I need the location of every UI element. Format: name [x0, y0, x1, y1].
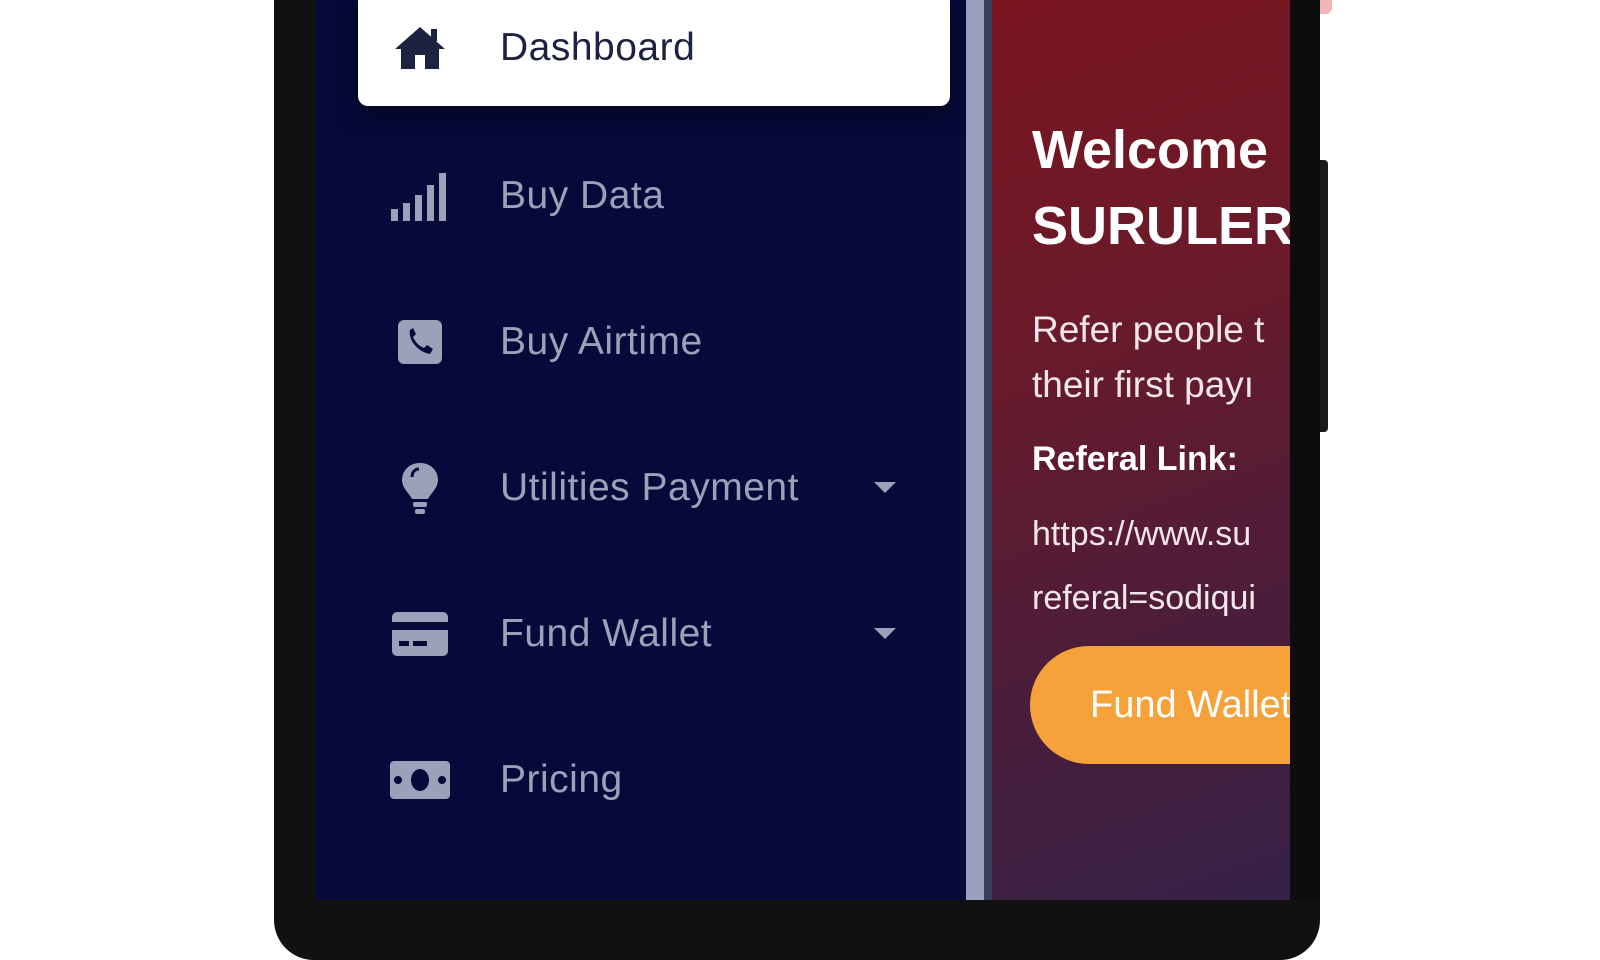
sidebar-item-label: Utilities Payment: [500, 466, 799, 509]
sidebar-item-label: Buy Data: [500, 174, 665, 217]
drawer-edge-shadow: [984, 0, 992, 900]
sidebar-item-utilities-payment[interactable]: Utilities Payment: [358, 430, 950, 546]
money-bill-icon: [386, 746, 454, 814]
phone-square-icon: [386, 308, 454, 376]
welcome-heading: Welcome SURULERE: [1032, 112, 1290, 264]
referral-link-label: Referal Link:: [1032, 440, 1238, 478]
lightbulb-icon: [386, 454, 454, 522]
chevron-down-icon[interactable]: [874, 482, 896, 493]
dashboard-main-panel: Welcome SURULERE Refer people t their fi…: [992, 0, 1290, 900]
home-icon: [386, 14, 454, 82]
welcome-line: Welcome: [1032, 120, 1269, 180]
referral-link-line: https://www.su: [1032, 515, 1252, 553]
signal-bars-icon: [386, 162, 454, 230]
fund-wallet-button[interactable]: Fund Wallet: [1030, 646, 1290, 764]
sidebar-item-label: Buy Airtime: [500, 320, 703, 363]
phone-frame-edge: [1290, 0, 1320, 900]
sidebar: Dashboard Buy Data Buy Airtime Utilities…: [316, 0, 966, 900]
phone-corner-accent: [1318, 0, 1332, 14]
sidebar-item-pricing[interactable]: Pricing: [358, 722, 950, 838]
sidebar-item-label: Dashboard: [500, 26, 696, 69]
referral-description-line: their first payı: [1032, 364, 1255, 405]
sidebar-item-label: Pricing: [500, 758, 623, 801]
sidebar-item-buy-airtime[interactable]: Buy Airtime: [358, 284, 950, 400]
referral-description: Refer people t their first payı: [1032, 302, 1290, 412]
sidebar-item-fund-wallet[interactable]: Fund Wallet: [358, 576, 950, 692]
sidebar-item-dashboard[interactable]: Dashboard: [358, 0, 950, 106]
username: SURULERE: [1032, 196, 1290, 256]
credit-card-icon: [386, 600, 454, 668]
referral-link[interactable]: https://www.su referal=sodiqui: [1032, 502, 1256, 630]
referral-link-line: referal=sodiqui: [1032, 579, 1256, 617]
referral-description-line: Refer people t: [1032, 309, 1265, 350]
sidebar-item-buy-data[interactable]: Buy Data: [358, 138, 950, 254]
chevron-down-icon[interactable]: [874, 628, 896, 639]
sidebar-item-label: Fund Wallet: [500, 612, 713, 655]
phone-side-button: [1320, 160, 1328, 432]
